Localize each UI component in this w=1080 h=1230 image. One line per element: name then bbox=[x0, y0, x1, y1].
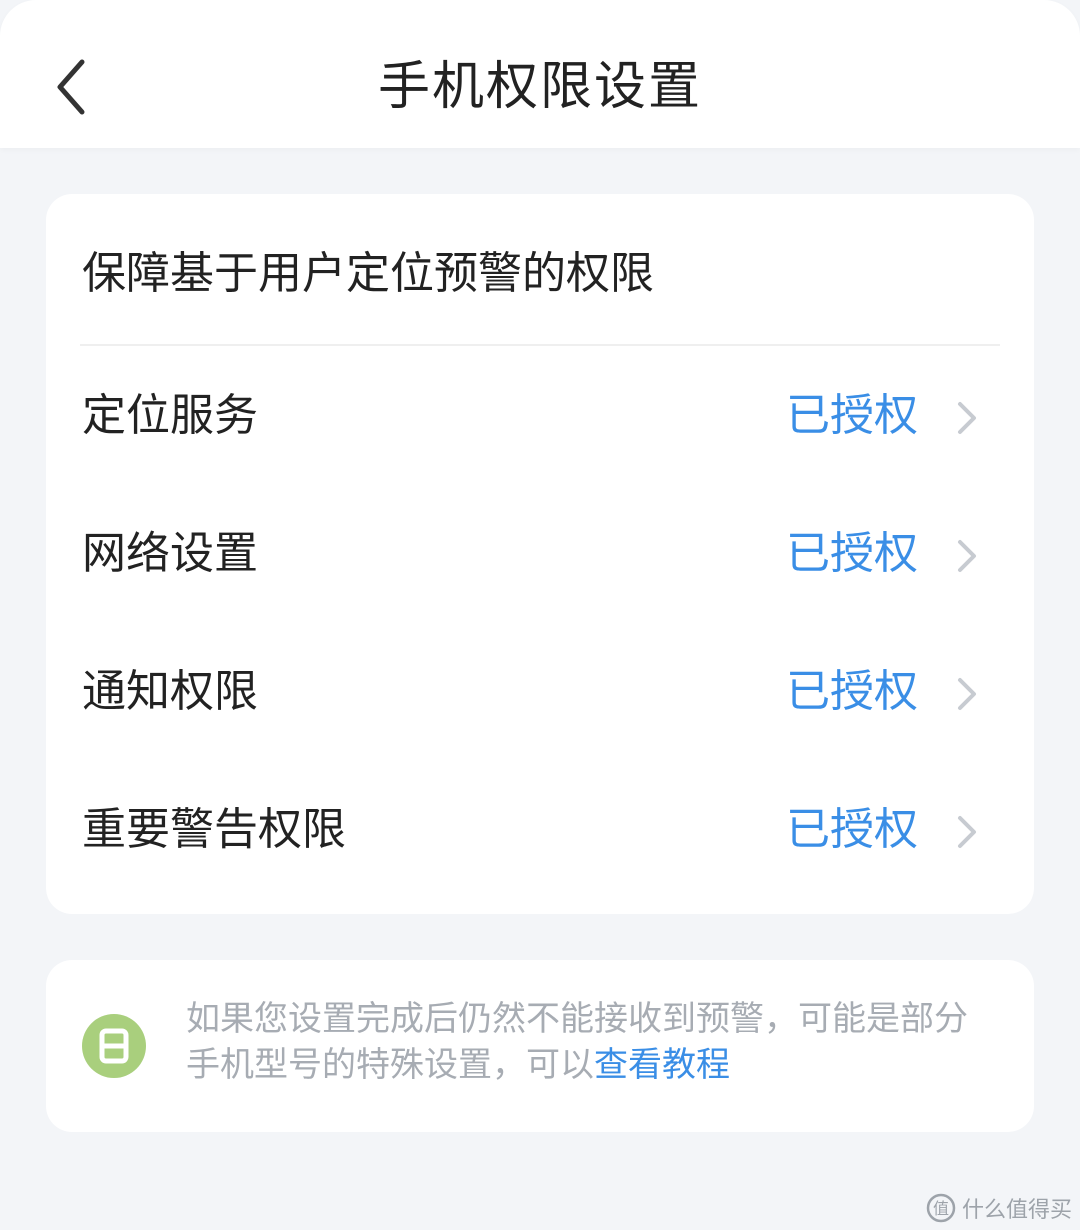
divider bbox=[80, 344, 1000, 346]
permission-status: 已授权 bbox=[786, 666, 918, 717]
watermark: 值 什么值得买 bbox=[926, 1188, 1072, 1228]
permission-status: 已授权 bbox=[786, 390, 918, 441]
svg-text:值: 值 bbox=[933, 1199, 949, 1218]
permission-status: 已授权 bbox=[786, 804, 918, 855]
permissions-card: 保障基于用户定位预警的权限 定位服务 已授权 网络设置 已授权 通知权限 已授权… bbox=[46, 194, 1034, 914]
chevron-right-icon bbox=[958, 678, 976, 710]
top-bar: 手机权限设置 bbox=[0, 0, 1080, 148]
view-tutorial-link[interactable]: 查看教程 bbox=[594, 1045, 730, 1085]
permission-row-location[interactable]: 定位服务 已授权 bbox=[46, 356, 1034, 476]
permission-label: 网络设置 bbox=[82, 528, 258, 579]
permission-status: 已授权 bbox=[786, 528, 918, 579]
chevron-right-icon bbox=[958, 816, 976, 848]
tip-text: 如果您设置完成后仍然不能接收到预警，可能是部分手机型号的特殊设置，可以查看教程 bbox=[186, 996, 986, 1088]
permission-row-critical-alert[interactable]: 重要警告权限 已授权 bbox=[46, 770, 1034, 890]
page-title: 手机权限设置 bbox=[377, 57, 702, 117]
permission-label: 通知权限 bbox=[82, 666, 258, 717]
chevron-right-icon bbox=[958, 540, 976, 572]
permission-row-network[interactable]: 网络设置 已授权 bbox=[46, 494, 1034, 614]
tip-message: 如果您设置完成后仍然不能接收到预警，可能是部分手机型号的特殊设置，可以 bbox=[186, 999, 968, 1085]
permission-label: 重要警告权限 bbox=[82, 804, 346, 855]
tip-badge-icon bbox=[82, 1014, 146, 1078]
zhidemai-logo-icon: 值 bbox=[926, 1193, 956, 1223]
section-title: 保障基于用户定位预警的权限 bbox=[82, 248, 654, 299]
tip-card: 如果您设置完成后仍然不能接收到预警，可能是部分手机型号的特殊设置，可以查看教程 bbox=[46, 960, 1034, 1132]
permission-row-notification[interactable]: 通知权限 已授权 bbox=[46, 632, 1034, 752]
permission-label: 定位服务 bbox=[82, 390, 258, 441]
watermark-text: 什么值得买 bbox=[961, 1198, 1072, 1223]
chevron-right-icon bbox=[958, 402, 976, 434]
